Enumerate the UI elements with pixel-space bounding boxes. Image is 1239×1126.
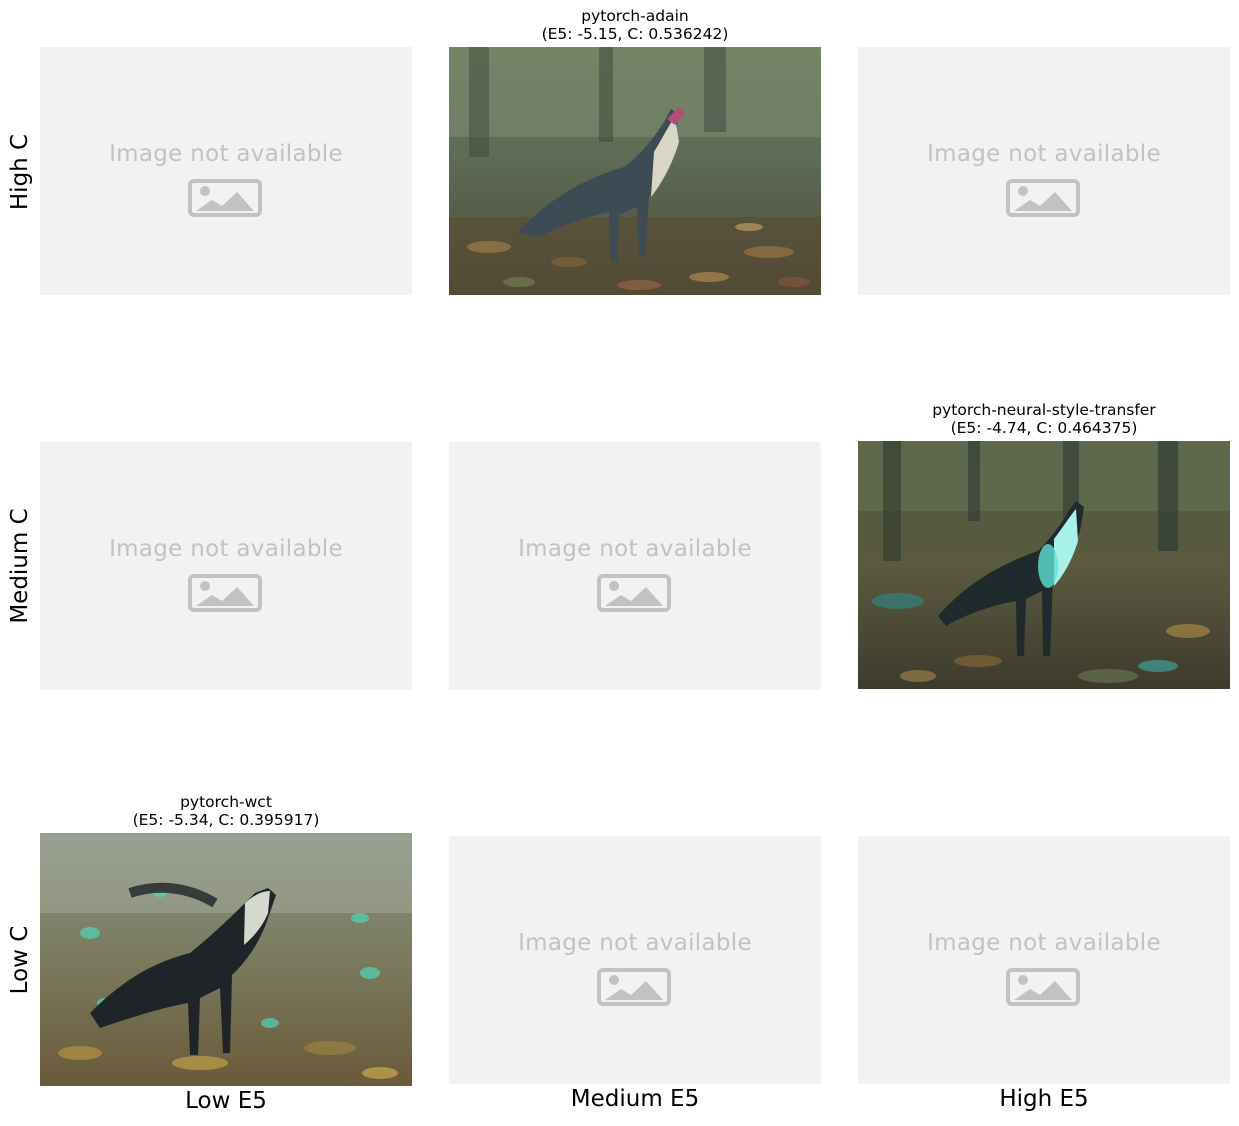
placeholder-medium-c-medium-e5: Image not available	[449, 442, 821, 690]
styled-image-wct	[40, 833, 412, 1086]
col-label-low-e5: Low E5	[185, 1088, 267, 1114]
placeholder-text: Image not available	[927, 930, 1161, 956]
image-name: pytorch-neural-style-transfer	[932, 401, 1156, 419]
col-label-high-e5: High E5	[999, 1086, 1089, 1112]
placeholder-text: Image not available	[109, 536, 343, 562]
placeholder-high-c-high-e5: Image not available	[858, 47, 1230, 295]
placeholder-high-c-low-e5: Image not available	[40, 47, 412, 295]
styled-image-adain	[449, 47, 821, 295]
styled-image-neural-style-transfer	[858, 441, 1230, 689]
image-title-nst: pytorch-neural-style-transfer (E5: -4.74…	[834, 401, 1239, 437]
row-label-low-c: Low C	[7, 925, 33, 995]
row-label-high-c: High C	[7, 133, 33, 211]
image-icon	[1006, 968, 1080, 1006]
image-metrics: (E5: -5.15, C: 0.536242)	[541, 24, 729, 43]
image-icon	[1006, 179, 1080, 217]
image-icon	[188, 574, 262, 612]
placeholder-text: Image not available	[518, 930, 752, 956]
image-name: pytorch-adain	[581, 7, 689, 25]
placeholder-text: Image not available	[927, 141, 1161, 167]
image-name: pytorch-wct	[180, 793, 272, 811]
image-icon	[597, 968, 671, 1006]
image-icon	[188, 179, 262, 217]
placeholder-low-c-high-e5: Image not available	[858, 836, 1230, 1084]
placeholder-medium-c-low-e5: Image not available	[40, 442, 412, 690]
image-icon	[597, 574, 671, 612]
image-metrics: (E5: -5.34, C: 0.395917)	[132, 810, 320, 829]
placeholder-text: Image not available	[109, 141, 343, 167]
row-label-medium-c: Medium C	[7, 508, 33, 624]
placeholder-text: Image not available	[518, 536, 752, 562]
image-title-wct: pytorch-wct (E5: -5.34, C: 0.395917)	[16, 793, 436, 829]
col-label-medium-e5: Medium E5	[570, 1086, 700, 1112]
image-title-adain: pytorch-adain (E5: -5.15, C: 0.536242)	[425, 7, 845, 43]
image-metrics: (E5: -4.74, C: 0.464375)	[950, 418, 1138, 437]
placeholder-low-c-medium-e5: Image not available	[449, 836, 821, 1084]
